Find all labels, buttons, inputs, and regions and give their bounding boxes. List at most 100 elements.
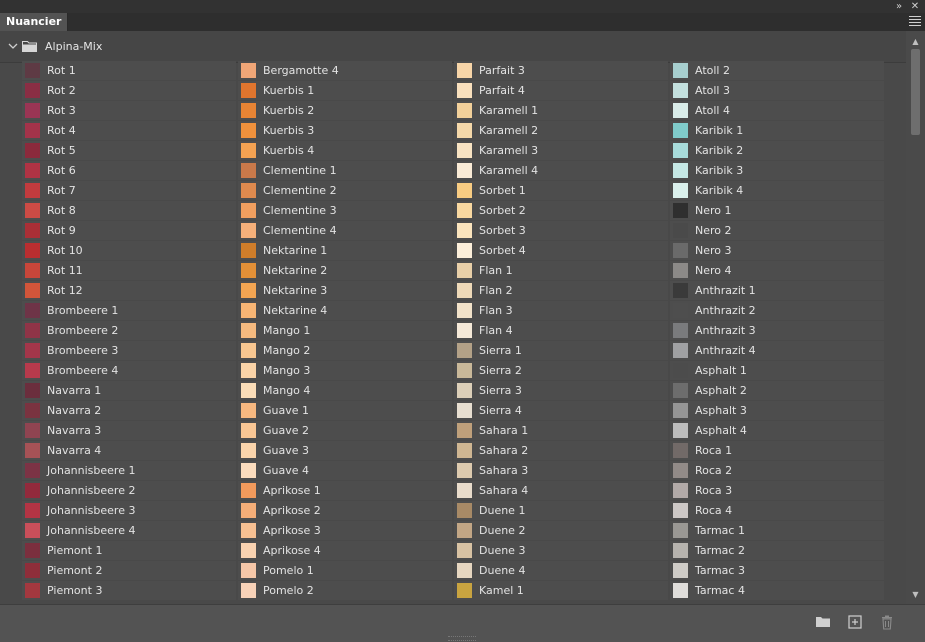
swatch-item[interactable]: Brombeere 2 [22,321,236,340]
swatch-item[interactable]: Sahara 4 [454,481,668,500]
swatch-item[interactable]: Aprikose 2 [238,501,452,520]
swatch-item[interactable]: Mango 2 [238,341,452,360]
swatch-item[interactable]: Clementine 3 [238,201,452,220]
swatch-item[interactable]: Sahara 3 [454,461,668,480]
swatch-item[interactable]: Parfait 4 [454,81,668,100]
swatch-item[interactable]: Sorbet 3 [454,221,668,240]
swatch-item[interactable]: Anthrazit 4 [670,341,884,360]
swatch-item[interactable]: Sierra 3 [454,381,668,400]
swatch-item[interactable]: Tarmac 2 [670,541,884,560]
swatch-item[interactable]: Guave 1 [238,401,452,420]
swatch-item[interactable]: Roca 2 [670,461,884,480]
new-swatch-icon[interactable] [847,614,863,630]
swatch-item[interactable]: Sorbet 4 [454,241,668,260]
swatch-item[interactable]: Atoll 2 [670,61,884,80]
swatch-item[interactable]: Sahara 1 [454,421,668,440]
swatch-item[interactable]: Rot 1 [22,61,236,80]
swatch-item[interactable]: Flan 1 [454,261,668,280]
swatch-item[interactable]: Rot 2 [22,81,236,100]
swatch-item[interactable]: Sorbet 2 [454,201,668,220]
vertical-scrollbar[interactable]: ▲ ▼ [906,31,925,604]
swatch-item[interactable]: Duene 2 [454,521,668,540]
swatch-item[interactable]: Kuerbis 4 [238,141,452,160]
swatch-item[interactable]: Rot 9 [22,221,236,240]
swatch-item[interactable]: Clementine 1 [238,161,452,180]
swatch-item[interactable]: Bergamotte 4 [238,61,452,80]
swatch-item[interactable]: Rot 3 [22,101,236,120]
swatch-item[interactable]: Clementine 4 [238,221,452,240]
swatch-item[interactable]: Roca 4 [670,501,884,520]
swatch-item[interactable]: Aprikose 3 [238,521,452,540]
swatch-item[interactable]: Roca 3 [670,481,884,500]
swatch-item[interactable]: Nero 3 [670,241,884,260]
swatch-item[interactable]: Johannisbeere 3 [22,501,236,520]
swatch-item[interactable]: Atoll 4 [670,101,884,120]
swatch-item[interactable]: Flan 2 [454,281,668,300]
swatch-item[interactable]: Sierra 1 [454,341,668,360]
swatch-item[interactable]: Rot 5 [22,141,236,160]
panel-menu-icon[interactable] [909,16,921,28]
swatch-item[interactable]: Sierra 4 [454,401,668,420]
swatch-item[interactable]: Brombeere 3 [22,341,236,360]
swatch-item[interactable]: Johannisbeere 4 [22,521,236,540]
swatch-item[interactable]: Guave 3 [238,441,452,460]
swatch-item[interactable]: Karibik 3 [670,161,884,180]
swatch-group-header[interactable]: Alpina-Mix [0,31,906,63]
swatch-item[interactable]: Nero 1 [670,201,884,220]
swatch-item[interactable]: Anthrazit 2 [670,301,884,320]
swatch-item[interactable]: Duene 1 [454,501,668,520]
swatch-item[interactable]: Karamell 4 [454,161,668,180]
swatch-item[interactable]: Rot 8 [22,201,236,220]
swatch-item[interactable]: Guave 4 [238,461,452,480]
scroll-down-arrow-icon[interactable]: ▼ [910,590,921,600]
swatch-item[interactable]: Asphalt 4 [670,421,884,440]
swatch-item[interactable]: Flan 3 [454,301,668,320]
swatch-item[interactable]: Aprikose 1 [238,481,452,500]
swatch-item[interactable]: Kuerbis 2 [238,101,452,120]
swatch-item[interactable]: Tarmac 1 [670,521,884,540]
swatch-item[interactable]: Navarra 2 [22,401,236,420]
swatch-item[interactable]: Karamell 3 [454,141,668,160]
swatch-item[interactable]: Sierra 2 [454,361,668,380]
swatch-item[interactable]: Atoll 3 [670,81,884,100]
swatch-item[interactable]: Kamel 1 [454,581,668,600]
swatch-item[interactable]: Rot 7 [22,181,236,200]
tab-nuancier[interactable]: Nuancier [0,13,69,31]
scrollbar-thumb[interactable] [911,49,920,135]
swatch-item[interactable]: Rot 6 [22,161,236,180]
resize-grip[interactable] [448,636,476,641]
swatch-item[interactable]: Karibik 1 [670,121,884,140]
swatch-item[interactable]: Mango 3 [238,361,452,380]
swatch-item[interactable]: Sahara 2 [454,441,668,460]
swatch-item[interactable]: Kuerbis 1 [238,81,452,100]
swatch-item[interactable]: Tarmac 3 [670,561,884,580]
swatch-item[interactable]: Rot 4 [22,121,236,140]
swatch-item[interactable]: Clementine 2 [238,181,452,200]
swatch-item[interactable]: Asphalt 2 [670,381,884,400]
swatch-item[interactable]: Asphalt 1 [670,361,884,380]
swatch-item[interactable]: Tarmac 4 [670,581,884,600]
swatch-item[interactable]: Rot 10 [22,241,236,260]
scroll-up-arrow-icon[interactable]: ▲ [910,37,921,47]
swatch-item[interactable]: Rot 12 [22,281,236,300]
swatch-item[interactable]: Anthrazit 1 [670,281,884,300]
new-group-folder-icon[interactable] [815,614,831,630]
swatch-item[interactable]: Karamell 2 [454,121,668,140]
chevron-down-icon[interactable] [7,40,19,52]
swatch-item[interactable]: Karibik 4 [670,181,884,200]
swatch-item[interactable]: Brombeere 4 [22,361,236,380]
swatch-item[interactable]: Piemont 2 [22,561,236,580]
swatch-item[interactable]: Flan 4 [454,321,668,340]
swatch-item[interactable]: Asphalt 3 [670,401,884,420]
collapse-panel-icon[interactable]: » [892,0,906,13]
swatch-item[interactable]: Piemont 3 [22,581,236,600]
swatch-item[interactable]: Anthrazit 3 [670,321,884,340]
swatch-item[interactable]: Rot 11 [22,261,236,280]
swatch-item[interactable]: Nektarine 4 [238,301,452,320]
swatch-item[interactable]: Johannisbeere 2 [22,481,236,500]
swatch-item[interactable]: Roca 1 [670,441,884,460]
close-panel-icon[interactable]: ✕ [908,0,922,13]
swatch-item[interactable]: Nektarine 3 [238,281,452,300]
swatch-item[interactable]: Sorbet 1 [454,181,668,200]
swatch-item[interactable]: Pomelo 1 [238,561,452,580]
